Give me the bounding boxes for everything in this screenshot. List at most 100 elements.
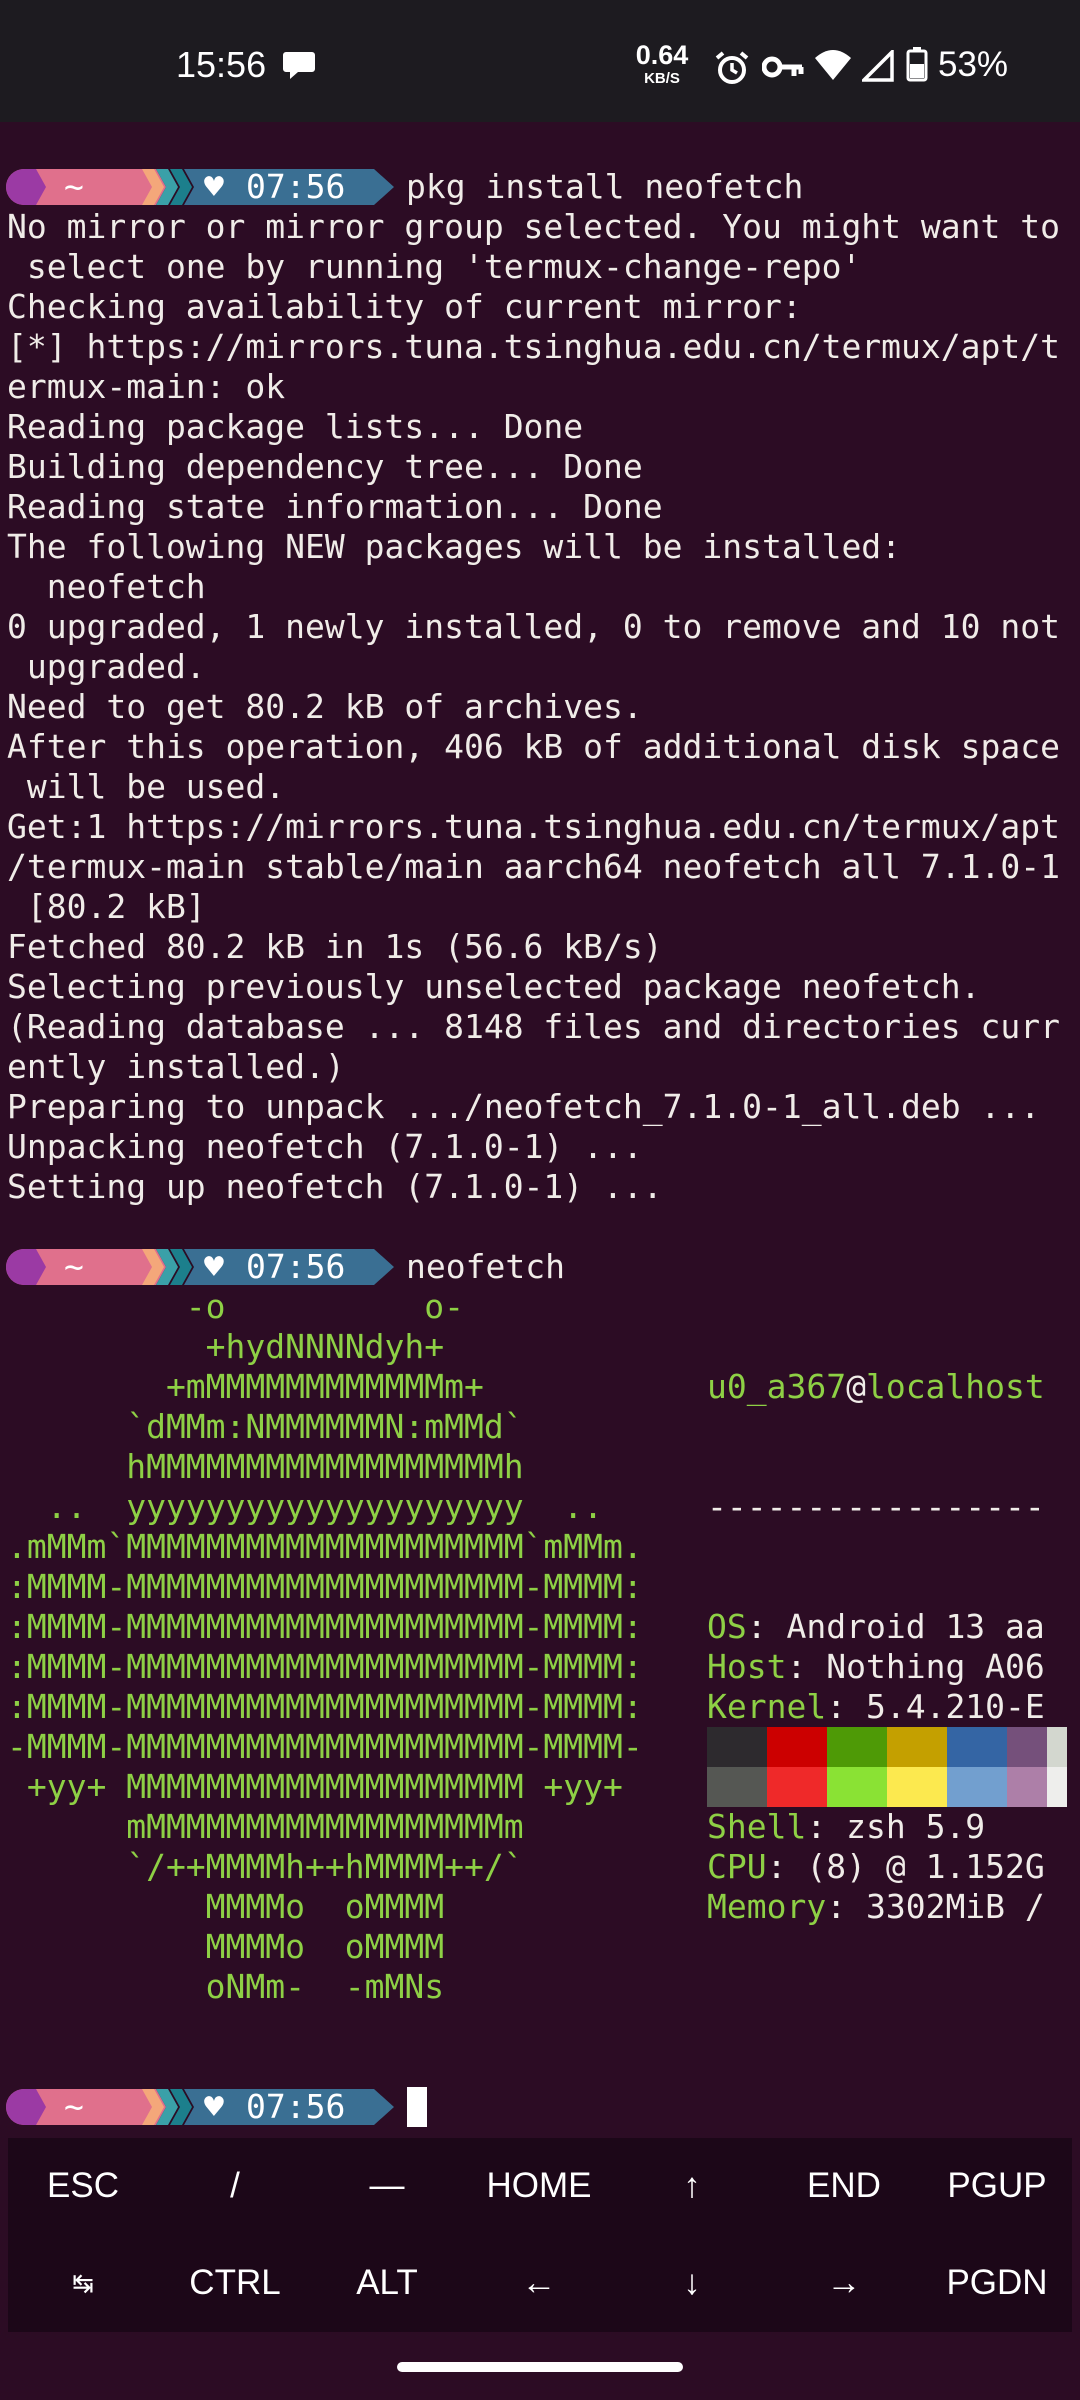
output-line: will be used. [7, 767, 286, 806]
info-row: Shell: zsh 5.9 [707, 1807, 986, 1846]
extra-key-end[interactable]: END [769, 2138, 919, 2234]
info-key: Shell [707, 1807, 807, 1846]
extra-key-dash[interactable]: — [312, 2138, 462, 2234]
extra-key-alt[interactable]: ALT [312, 2235, 462, 2331]
extra-key-right-arrow[interactable]: → [769, 2235, 919, 2331]
info-key: CPU [707, 1847, 767, 1886]
output-line: (Reading database ... 8148 files and dir… [7, 1007, 1060, 1046]
extra-key-down-arrow[interactable]: ↓ [617, 2235, 767, 2331]
prompt-time: 07:56 [246, 1247, 346, 1286]
output-line: /termux-main stable/main aarch64 neofetc… [7, 847, 1060, 886]
hostname: localhost [865, 1367, 1045, 1406]
alarm-icon [715, 51, 749, 84]
extra-key-pgup[interactable]: PGUP [922, 2138, 1072, 2234]
info-row: OS: Android 13 aa [707, 1607, 1045, 1646]
ascii-logo-line: `dMMm:NMMMMMMN:mMMd` [7, 1407, 524, 1446]
status-bar: 15:56 0.64 KB/S 53% [0, 0, 1080, 122]
info-key: Memory [707, 1887, 827, 1926]
info-value: Nothing A06 [826, 1647, 1045, 1686]
battery-percentage: 53% [938, 45, 1009, 84]
username: u0_a367 [707, 1367, 847, 1406]
battery-icon [906, 47, 928, 82]
info-value: zsh 5.9 [846, 1807, 986, 1846]
info-value: Android 13 aa [786, 1607, 1045, 1646]
output-line: After this operation, 406 kB of addition… [7, 727, 1060, 766]
output-line: Selecting previously unselected package … [7, 967, 981, 1006]
extra-key-esc[interactable]: ESC [8, 2138, 158, 2234]
ascii-logo-line: oNMm- -mMNs [7, 1967, 445, 2006]
output-line: [80.2 kB] [7, 887, 206, 926]
output-line: Unpacking neofetch (7.1.0-1) ... [7, 1127, 643, 1166]
output-line: ently installed.) [7, 1047, 345, 1086]
network-speed-value: 0.64 [635, 40, 689, 70]
ascii-logo-line: :MMMM-MMMMMMMMMMMMMMMMMMMM-MMMM: [7, 1607, 643, 1646]
info-key: OS [707, 1607, 747, 1646]
extra-key-up-arrow[interactable]: ↑ [617, 2138, 767, 2234]
output-line: Preparing to unpack .../neofetch_7.1.0-1… [7, 1087, 1041, 1126]
palette-swatch [887, 1727, 947, 1767]
ascii-logo-line: mMMMMMMMMMMMMMMMMMMm [7, 1807, 524, 1846]
output-line: Reading package lists... Done [7, 407, 584, 446]
extra-key-home[interactable]: HOME [464, 2138, 614, 2234]
extra-key-slash[interactable]: / [160, 2138, 310, 2234]
network-speed-unit: KB/S [644, 70, 680, 87]
output-line: No mirror or mirror group selected. You … [7, 207, 1060, 246]
heart-icon: ♥ [204, 167, 224, 206]
output-line: Reading state information... Done [7, 487, 663, 526]
info-row: Host: Nothing A06 [707, 1647, 1045, 1686]
palette-swatch [707, 1767, 767, 1807]
extra-key-ctrl[interactable]: CTRL [160, 2235, 310, 2331]
output-line: The following NEW packages will be insta… [7, 527, 902, 566]
output-line: Building dependency tree... Done [7, 447, 643, 486]
output-line: 0 upgraded, 1 newly installed, 0 to remo… [7, 607, 1060, 646]
ascii-logo-line: -MMMM-MMMMMMMMMMMMMMMMMMMM-MMMM- [7, 1727, 643, 1766]
gesture-handle[interactable] [397, 2362, 683, 2372]
ascii-logo-line: :MMMM-MMMMMMMMMMMMMMMMMMMM-MMMM: [7, 1687, 643, 1726]
ascii-logo-line: MMMMo oMMMM [7, 1927, 445, 1966]
ascii-logo-line: :MMMM-MMMMMMMMMMMMMMMMMMMM-MMMM: [7, 1647, 643, 1686]
palette-swatch [1007, 1767, 1047, 1807]
heart-icon: ♥ [204, 1247, 224, 1286]
palette-swatch [767, 1727, 827, 1767]
palette-swatch [767, 1767, 827, 1807]
output-line: Get:1 https://mirrors.tuna.tsinghua.edu.… [7, 807, 1060, 846]
prompt-time: 07:56 [246, 167, 346, 206]
vpn-key-icon [762, 56, 804, 78]
system-info: u0_a367@localhost ----------------- OS: … [707, 1287, 1045, 2007]
android-ascii-logo: -o o- +hydNNNNdyh+ +mMMMMMMMMMMMMm+ `dMM… [7, 1287, 643, 2007]
palette-swatch [947, 1727, 1007, 1767]
ascii-logo-line: .mMMm`MMMMMMMMMMMMMMMMMMMM`mMMm. [7, 1527, 643, 1566]
extra-key-pgdn[interactable]: PGDN [922, 2235, 1072, 2331]
palette-swatch [887, 1767, 947, 1807]
info-key: Kernel [707, 1687, 827, 1726]
network-speed: 0.64 KB/S [630, 40, 694, 87]
ascii-logo-line: `/++MMMMh++hMMMM++/` [7, 1847, 524, 1886]
wifi-icon [815, 50, 851, 80]
terminal-output[interactable]: ~ ♥ 07:56 pkg install neofetch No mirror… [0, 122, 1080, 2138]
chat-bubble-icon [283, 52, 315, 79]
heart-icon: ♥ [204, 2087, 224, 2126]
palette-swatch [1047, 1727, 1067, 1767]
extra-key-tab[interactable]: ↹ [8, 2235, 158, 2331]
text-cursor[interactable] [407, 2087, 427, 2127]
info-row: Kernel: 5.4.210-E [707, 1687, 1045, 1726]
palette-swatch [827, 1727, 887, 1767]
extra-keys-bar: ESC / — HOME ↑ END PGUP ↹ CTRL ALT ← ↓ → PGDN [8, 2138, 1072, 2332]
output-line: Fetched 80.2 kB in 1s (56.6 kB/s) [7, 927, 663, 966]
prompt-time: 07:56 [246, 2087, 346, 2126]
ascii-logo-line: -o o- [7, 1287, 464, 1326]
command-text: neofetch [406, 1247, 565, 1286]
palette-swatch [707, 1727, 767, 1767]
output-line: Checking availability of current mirror: [7, 287, 802, 326]
palette-swatch [1007, 1727, 1047, 1767]
ascii-logo-line: :MMMM-MMMMMMMMMMMMMMMMMMMM-MMMM: [7, 1567, 643, 1606]
extra-key-left-arrow[interactable]: ← [464, 2235, 614, 2331]
info-value: (8) @ 1.152G [806, 1847, 1045, 1886]
info-key: Host [707, 1647, 787, 1686]
output-line: Setting up neofetch (7.1.0-1) ... [7, 1167, 663, 1206]
prompt-home: ~ [64, 167, 84, 206]
palette-swatch [947, 1767, 1007, 1807]
ascii-logo-line: .. yyyyyyyyyyyyyyyyyyyy .. [7, 1487, 604, 1526]
prompt-home: ~ [64, 2087, 84, 2126]
user-host-line: u0_a367@localhost [707, 1367, 1045, 1407]
